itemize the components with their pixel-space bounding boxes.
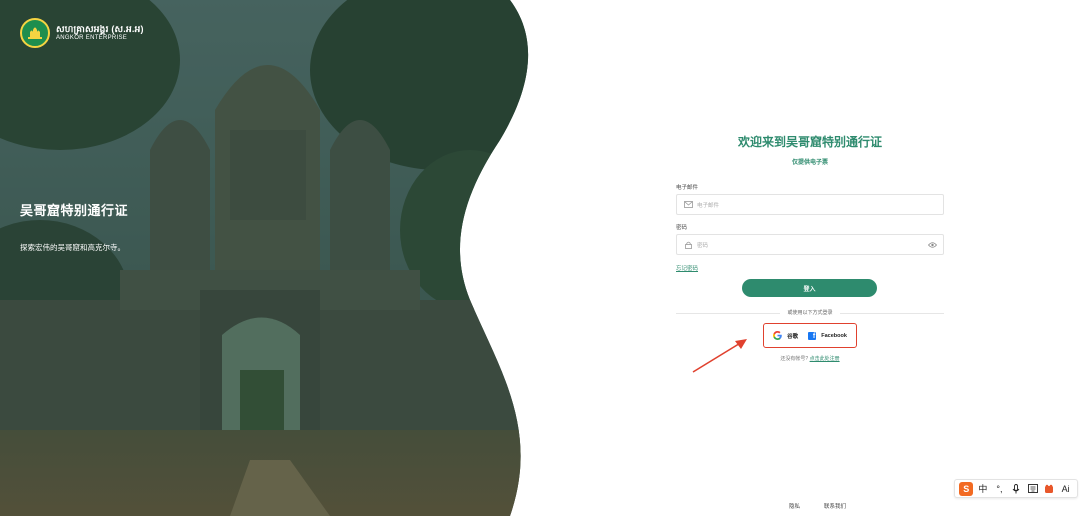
signup-link[interactable]: 点击此处注册 (810, 356, 840, 362)
brand-khmer-name: សហគ្រាសអង្គរ (ស.អ.អ) (56, 24, 144, 35)
ime-ai-button[interactable]: Ai (1059, 482, 1073, 496)
hero-subtitle: 探索宏伟的吴哥窟和高克尔寺。 (20, 243, 125, 252)
ime-mode-toggle[interactable]: 中 (976, 482, 990, 496)
google-label: 谷歌 (787, 333, 799, 340)
ime-punct-toggle[interactable]: °, (992, 482, 1006, 496)
email-label: 电子邮件 (676, 185, 699, 191)
password-field[interactable]: 密码 (676, 234, 944, 255)
welcome-heading: 欢迎来到吴哥窟特别通行证 (737, 135, 882, 149)
arrow-annotation (692, 339, 747, 373)
footer-privacy-link[interactable]: 隐私 (789, 502, 800, 510)
mail-icon (683, 200, 693, 210)
email-field[interactable]: 电子邮件 (676, 194, 944, 215)
eye-icon[interactable] (927, 240, 937, 250)
password-label: 密码 (676, 225, 688, 231)
ime-logo-icon[interactable]: S (959, 481, 974, 496)
password-placeholder: 密码 (697, 242, 709, 249)
temple-logo-icon (28, 27, 42, 39)
keyboard-icon[interactable] (1026, 482, 1040, 496)
brand-logo-icon (20, 18, 50, 48)
hero-content: សហគ្រាសអង្គរ (ស.អ.អ) ANGKOR ENTERPRISE 吴… (0, 0, 520, 516)
email-placeholder: 电子邮件 (697, 202, 720, 209)
lock-icon (683, 240, 693, 250)
skin-icon[interactable] (1042, 482, 1056, 496)
login-button[interactable]: 登入 (742, 279, 877, 297)
social-login-group: 谷歌 f Facebook (763, 323, 857, 348)
brand-english-name: ANGKOR ENTERPRISE (56, 34, 128, 41)
hero-title: 吴哥窟特别通行证 (20, 203, 129, 218)
microphone-icon[interactable] (1009, 482, 1023, 496)
footer-contact-link[interactable]: 联系我们 (824, 502, 846, 510)
ime-toolbar: S 中 °, Ai (954, 479, 1078, 498)
google-icon (773, 331, 782, 340)
divider-text: 或使用以下方式登录 (780, 309, 840, 316)
google-login-button[interactable]: 谷歌 (773, 331, 798, 340)
eticket-subtitle: 仅提供电子票 (791, 160, 828, 166)
facebook-login-button[interactable]: f Facebook (808, 331, 847, 340)
forgot-password-link[interactable]: 忘记密码 (676, 264, 698, 272)
brand[interactable]: សហគ្រាសអង្គរ (ស.អ.អ) ANGKOR ENTERPRISE (20, 18, 144, 48)
facebook-label: Facebook (821, 332, 847, 339)
facebook-icon: f (808, 331, 817, 340)
no-account-text: 还没有帐号? (780, 356, 809, 362)
